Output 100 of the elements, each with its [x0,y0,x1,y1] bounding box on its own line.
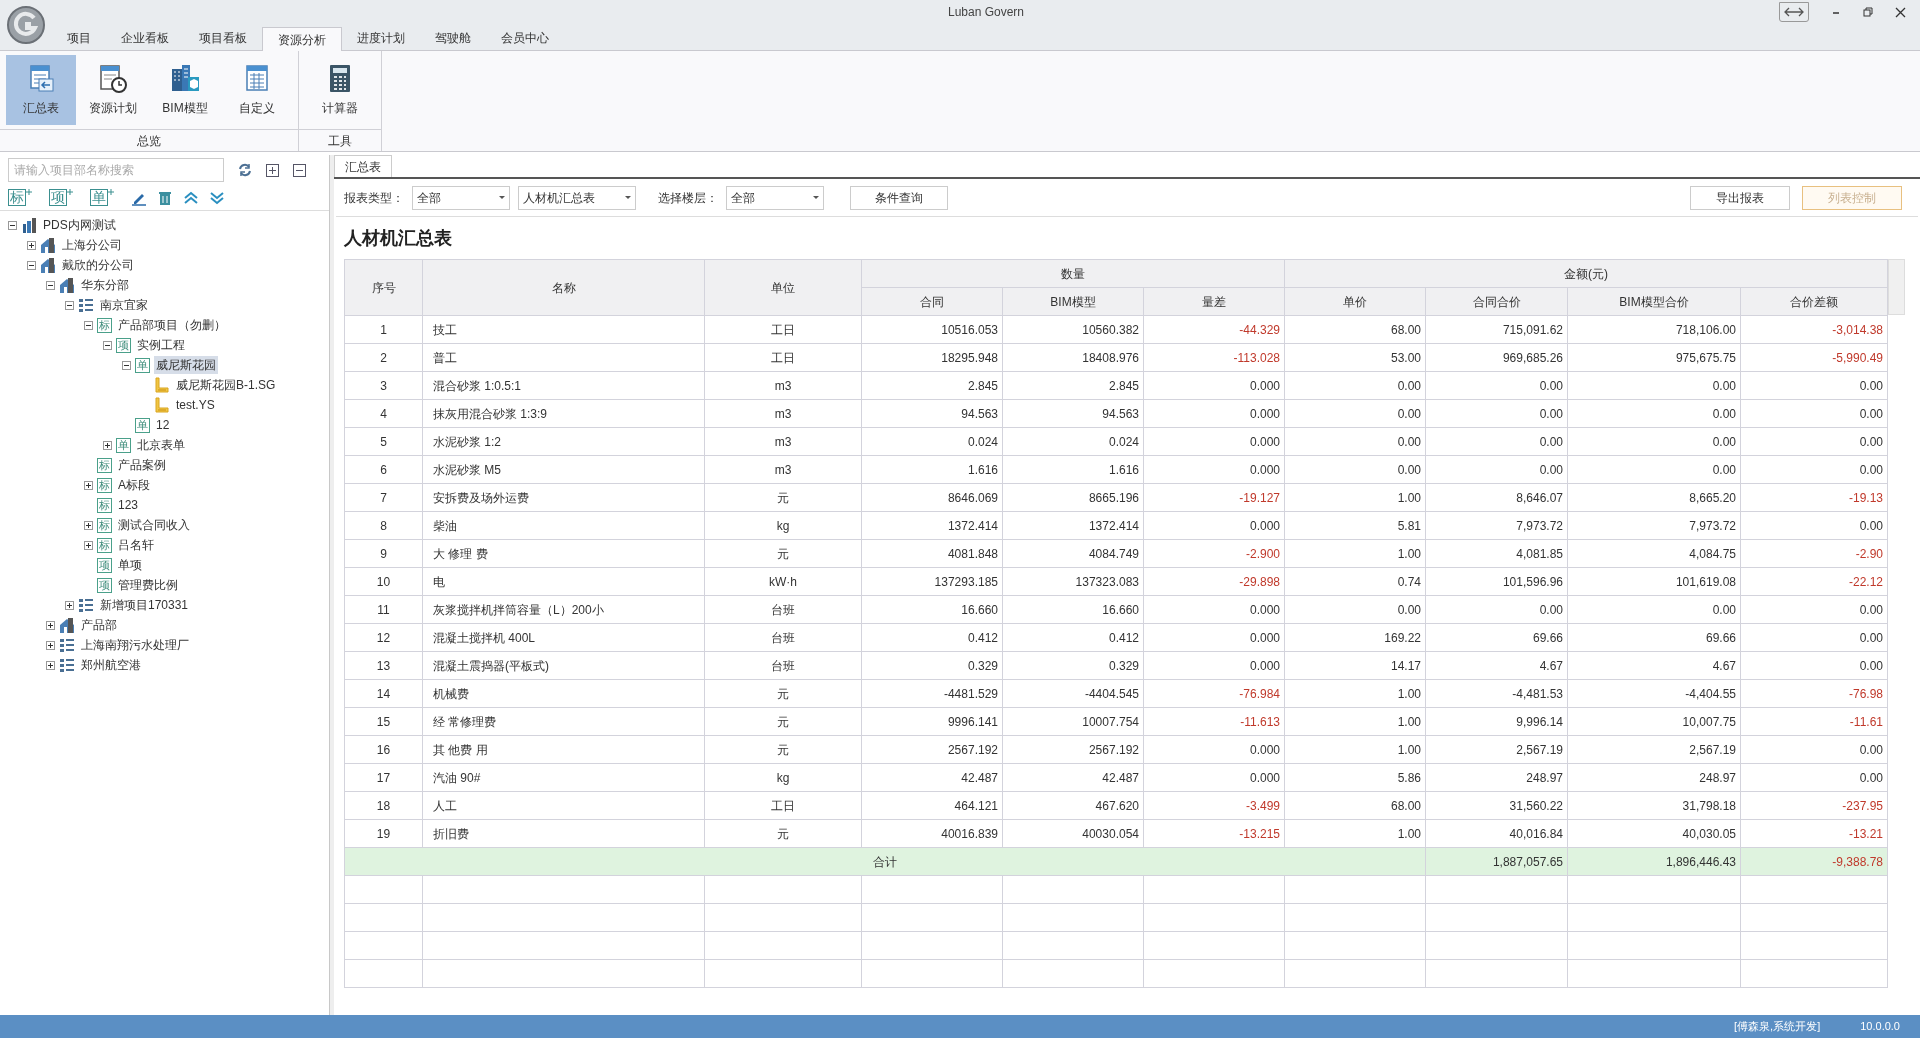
document-tab[interactable]: 汇总表 [334,155,392,177]
collapse-icon[interactable] [8,220,17,230]
expand-icon[interactable] [46,640,55,650]
expand-icon[interactable] [84,480,93,490]
tree-item[interactable]: 华东分部 [79,276,131,294]
table-cell: 1,896,446.43 [1567,847,1741,876]
table-cell: 5.81 [1284,511,1426,540]
double-chevron-up-icon[interactable] [183,189,199,206]
ribbon-group-label: 总览 [137,132,161,150]
dropdown-arrow-icon [499,196,505,199]
menu-tab[interactable]: 项目 [52,26,106,50]
tree-item[interactable]: 上海分公司 [60,236,124,254]
tree-item[interactable]: test.YS [174,396,217,414]
table-cell: 0.000 [1143,735,1285,764]
tree-item[interactable]: 新增项目170331 [98,596,191,614]
table-cell: 0.00 [1740,371,1888,400]
menu-tab[interactable]: 进度计划 [342,26,420,50]
tree-item[interactable]: 单项 [116,556,144,574]
tree-item[interactable]: 产品案例 [116,456,168,474]
table-cell: 工日 [704,343,862,372]
collapse-icon[interactable] [84,320,93,330]
search-field[interactable]: 请输入项目部名称搜索 [8,158,224,182]
refresh-icon[interactable] [238,163,252,177]
menu-tab[interactable]: 企业看板 [106,26,184,50]
table-cell: 机械费 [422,679,705,708]
tree-item[interactable]: 123 [116,496,141,514]
expand-icon[interactable] [84,540,93,550]
column-group-header: 金额(元) [1284,259,1888,288]
tree-item[interactable]: PDS内网测试 [41,216,118,234]
table-cell: 2 [344,343,423,372]
table-cell: 2567.192 [861,735,1003,764]
table-cell: 工日 [704,791,862,820]
ribbon-button[interactable]: BIM模型 [150,55,220,125]
tree-item[interactable]: 12 [154,416,172,434]
collapse-icon[interactable] [27,260,36,270]
collapse-icon[interactable] [46,280,55,290]
delete-icon[interactable] [157,189,173,206]
tree-item[interactable]: 上海南翔污水处理厂 [79,636,191,654]
expand-icon[interactable] [84,520,93,530]
action-button: 列表控制 [1802,185,1902,210]
plus-icon [67,189,73,195]
tree-item[interactable]: 测试合同收入 [116,516,192,534]
tree-item[interactable]: 北京表单 [135,436,187,454]
collapse-icon[interactable] [122,360,131,370]
menu-tab[interactable]: 资源分析 [262,27,342,51]
ribbon-button[interactable]: 汇总表 [6,55,76,125]
menu-tab[interactable]: 项目看板 [184,26,262,50]
close-icon[interactable] [1895,6,1906,18]
expand-all-icon[interactable] [266,163,279,177]
tree-item[interactable]: A标段 [116,476,152,494]
tree-item[interactable]: 管理费比例 [116,576,180,594]
action-button[interactable]: 导出报表 [1690,185,1790,210]
query-button[interactable]: 条件查询 [850,185,948,210]
tree-item[interactable]: 戴欣的分公司 [60,256,136,274]
tree-item[interactable]: 产品部项目（勿删） [116,316,228,334]
tree-item[interactable]: 威尼斯花园 [154,356,218,374]
ribbon-button[interactable]: 资源计划 [78,55,148,125]
report-name-dropdown[interactable]: 人材机汇总表 [518,185,636,210]
collapse-all-icon[interactable] [293,163,306,177]
collapse-icon[interactable] [103,340,112,350]
table-cell: 0.000 [1143,623,1285,652]
menu-tab[interactable]: 会员中心 [486,26,564,50]
tree-item[interactable]: 威尼斯花园B-1.SG [174,376,278,394]
table-cell: 16 [344,735,423,764]
swap-button[interactable] [1779,2,1809,22]
ribbon-button[interactable]: 计算器 [305,55,375,125]
table-cell: m3 [704,427,862,456]
table-cell: -13.21 [1740,819,1888,848]
window-title: Luban Govern [947,4,1025,21]
expand-icon[interactable] [46,660,55,670]
floor-dropdown[interactable]: 全部 [726,185,824,210]
table-cell: 0.000 [1143,427,1285,456]
table-cell: 10516.053 [861,315,1003,344]
tree-item[interactable]: 吕名轩 [116,536,156,554]
ribbon-group-label: 工具 [328,132,352,150]
expand-icon[interactable] [27,240,36,250]
report-type-label: 报表类型： [344,189,404,207]
table-cell: 1.00 [1284,483,1426,512]
report-type-dropdown[interactable]: 全部 [412,185,510,210]
plus-icon [26,189,32,195]
expand-icon[interactable] [65,600,74,610]
table-cell: 4.67 [1425,651,1568,680]
expand-icon[interactable] [103,440,112,450]
collapse-icon[interactable] [65,300,74,310]
table-cell: 0.00 [1567,595,1741,624]
ribbon-button[interactable]: 自定义 [222,55,292,125]
tree-item[interactable]: 实例工程 [135,336,187,354]
tree-item[interactable]: 郑州航空港 [79,656,143,674]
tree-item[interactable]: 产品部 [79,616,119,634]
restore-icon[interactable] [1863,7,1873,17]
tree-item[interactable]: 南京宜家 [98,296,150,314]
expand-icon[interactable] [46,620,55,630]
dropdown-arrow-icon [813,196,819,199]
double-chevron-down-icon[interactable] [209,189,225,206]
table-cell: -4404.545 [1002,679,1144,708]
table-cell: 7,973.72 [1425,511,1568,540]
table-cell: 0.00 [1425,595,1568,624]
menu-tab[interactable]: 驾驶舱 [420,26,486,50]
column-header: BIM模型合价 [1567,287,1741,316]
table-cell: 2,567.19 [1425,735,1568,764]
